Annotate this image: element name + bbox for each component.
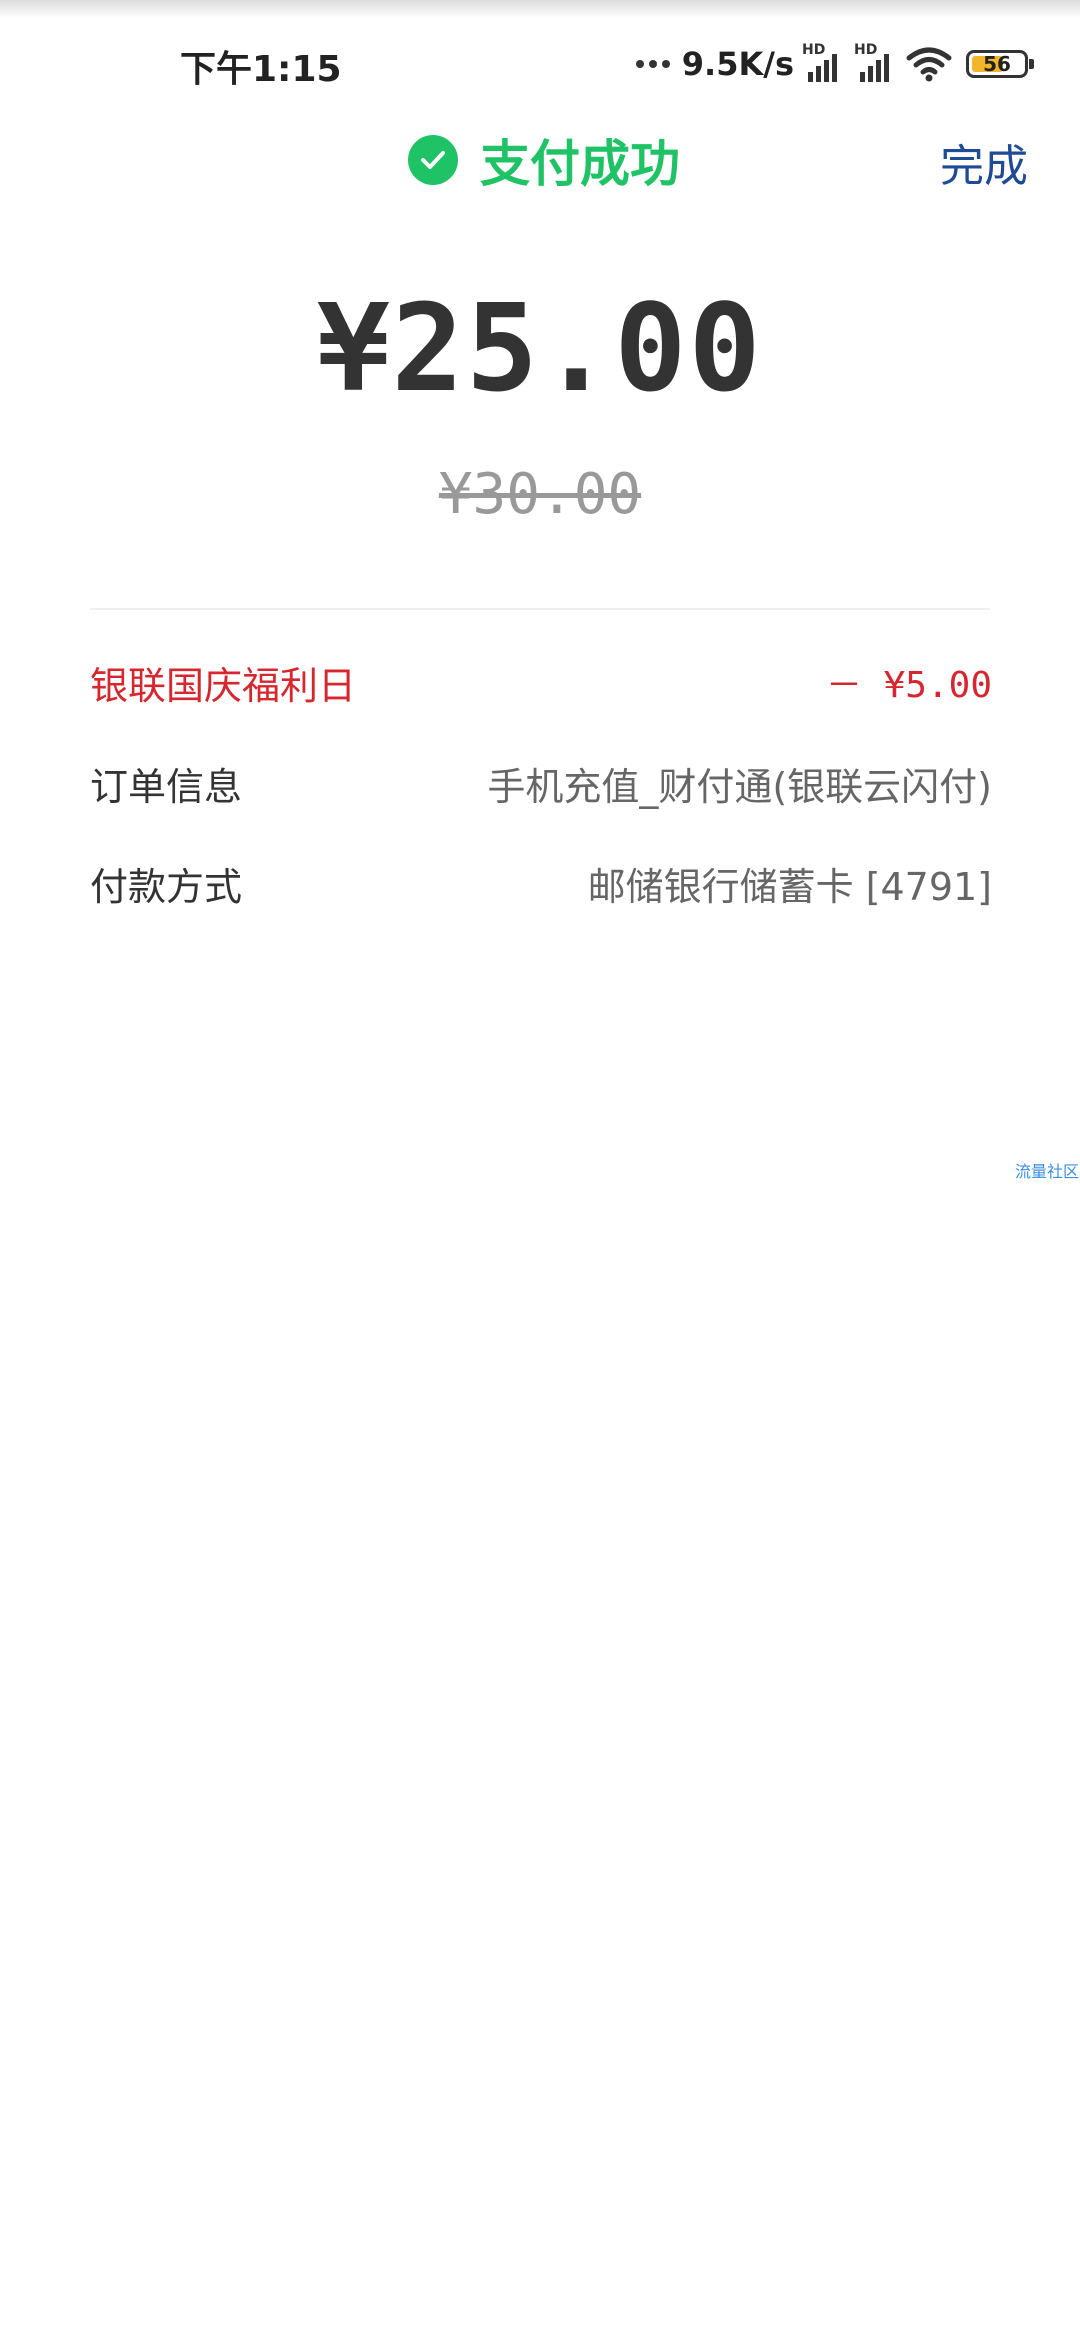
discount-value: － ¥5.00 bbox=[825, 665, 992, 706]
network-speed: 9.5K/s bbox=[681, 45, 794, 83]
page-title: 支付成功 bbox=[480, 135, 680, 193]
header: 支付成功 完成 bbox=[0, 120, 1080, 200]
payment-method-row: 付款方式 邮储银行储蓄卡 [4791] bbox=[90, 853, 992, 913]
status-icons: 9.5K/s HD HD 56 bbox=[635, 42, 1034, 86]
top-edge-shadow bbox=[0, 0, 1080, 18]
order-info-row: 订单信息 手机充值_财付通(银联云闪付) bbox=[90, 753, 992, 813]
payment-method-label: 付款方式 bbox=[90, 864, 243, 909]
watermark: 流量社区 bbox=[1015, 1162, 1080, 1181]
original-amount: ¥30.00 bbox=[438, 462, 642, 527]
order-info-value: 手机充值_财付通(银联云闪付) bbox=[487, 764, 992, 809]
status-time: 下午1:15 bbox=[180, 49, 342, 90]
success-check-icon bbox=[408, 135, 458, 185]
wifi-icon bbox=[906, 47, 952, 82]
discount-label: 银联国庆福利日 bbox=[90, 663, 357, 708]
order-info-label: 订单信息 bbox=[90, 764, 243, 809]
signal-icon-sim1: HD bbox=[802, 42, 846, 84]
payment-status: 支付成功 bbox=[408, 120, 680, 200]
done-button[interactable]: 完成 bbox=[940, 130, 1028, 194]
status-bar: 下午1:15 9.5K/s HD HD 56 bbox=[0, 30, 1080, 100]
payment-method-value: 邮储银行储蓄卡 [4791] bbox=[587, 864, 992, 909]
more-notifications-icon bbox=[635, 60, 670, 68]
battery-level: 56 bbox=[983, 52, 1011, 76]
paid-amount: ¥25.00 bbox=[317, 280, 763, 419]
battery-icon: 56 bbox=[966, 50, 1034, 78]
divider bbox=[90, 608, 990, 610]
signal-icon-sim2: HD bbox=[854, 42, 898, 84]
discount-row: 银联国庆福利日 － ¥5.00 bbox=[90, 652, 992, 712]
